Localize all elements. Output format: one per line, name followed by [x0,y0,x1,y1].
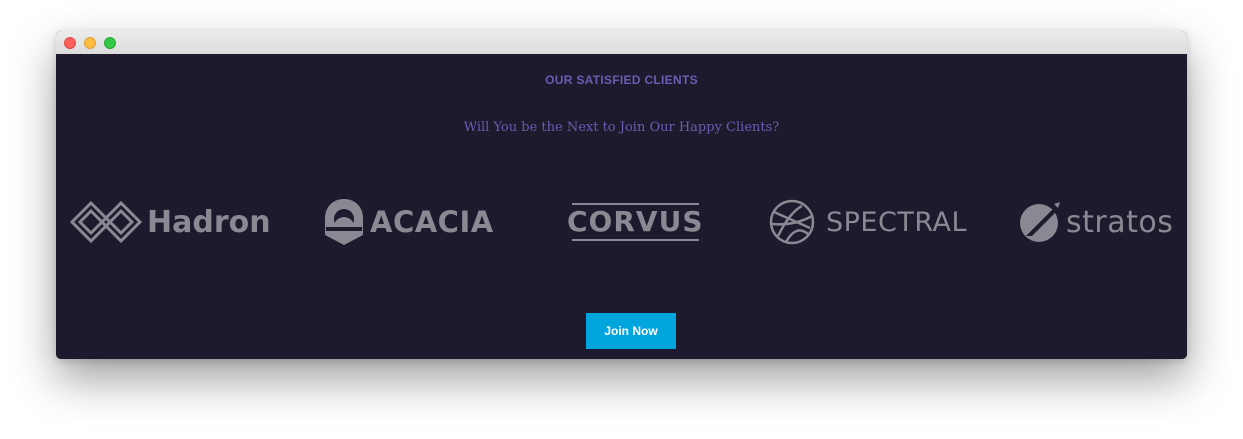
spectral-logo-icon [769,199,815,245]
window-titlebar [56,31,1187,55]
section-subtitle: Will You be the Next to Join Our Happy C… [463,120,780,135]
close-icon[interactable] [64,37,76,49]
clients-section: OUR SATISFIED CLIENTS Will You be the Ne… [56,54,1187,359]
client-logo-label: SPECTRAL [826,206,968,238]
join-now-button[interactable]: Join Now [586,313,676,349]
stratos-logo-icon [1020,202,1060,242]
client-logo-acacia: ACACIA [324,194,494,250]
client-logo-label: stratos [1066,204,1174,240]
client-logo-label: ACACIA [370,205,494,239]
client-logo-spectral: SPECTRAL [768,194,967,250]
hadron-logo-icon [69,200,143,244]
maximize-icon[interactable] [104,37,116,49]
corvus-rule-bottom [571,239,699,241]
section-eyebrow: OUR SATISFIED CLIENTS [545,73,698,87]
client-logo-label: Hadron [147,204,271,240]
client-logo-hadron: Hadron [69,194,271,250]
minimize-icon[interactable] [84,37,96,49]
browser-window: OUR SATISFIED CLIENTS Will You be the Ne… [56,31,1187,359]
client-logo-label: CORVUS [567,205,704,238]
acacia-logo-icon [325,199,363,245]
client-logo-stratos: stratos [1018,194,1173,250]
client-logo-corvus: CORVUS [567,200,703,244]
